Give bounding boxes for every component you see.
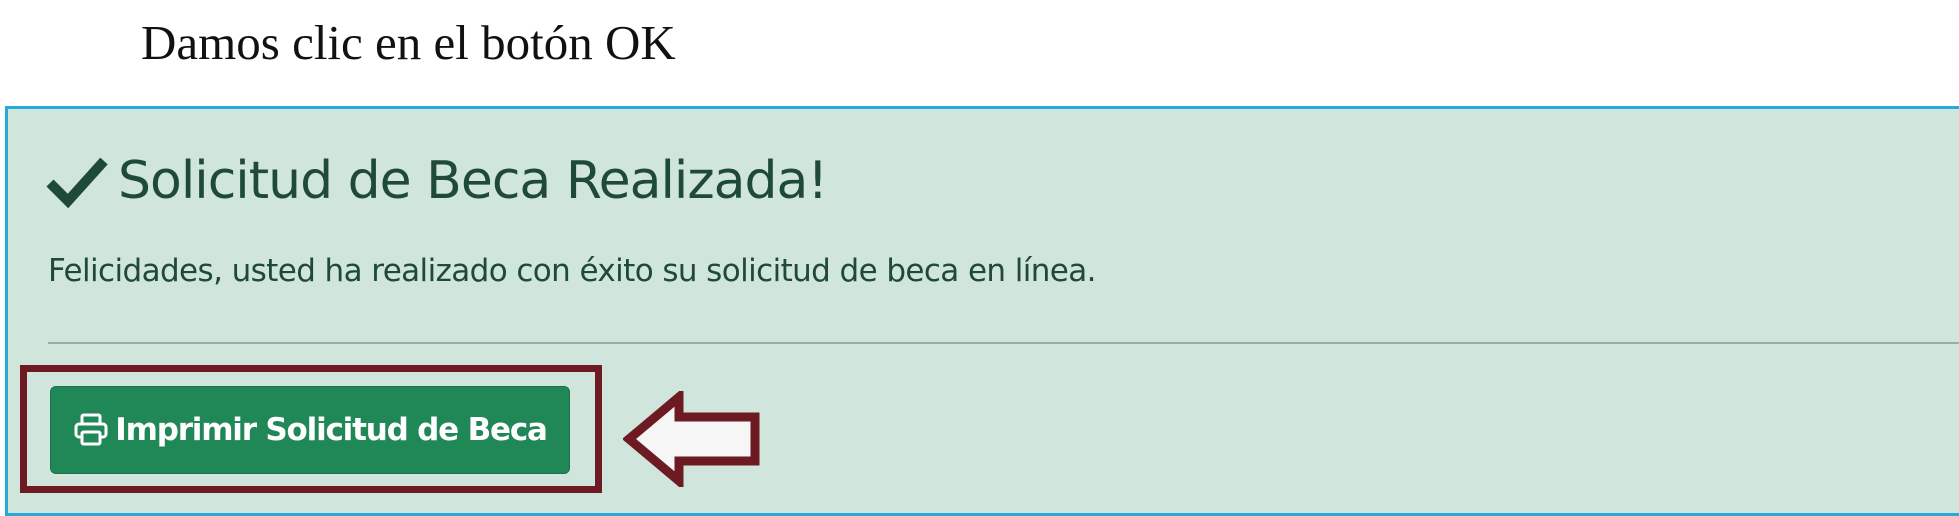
alert-success-panel: Solicitud de Beca Realizada! Felicidades…	[5, 106, 1959, 516]
alert-heading-text: Solicitud de Beca Realizada!	[118, 151, 828, 211]
left-arrow-icon	[623, 391, 760, 487]
divider	[48, 342, 1959, 344]
print-button-label: Imprimir Solicitud de Beca	[115, 412, 548, 448]
alert-heading: Solicitud de Beca Realizada!	[46, 151, 828, 211]
check-icon	[46, 157, 108, 209]
instruction-text: Damos clic en el botón OK	[141, 15, 676, 70]
print-application-button[interactable]: Imprimir Solicitud de Beca	[50, 386, 570, 474]
printer-icon	[74, 413, 108, 446]
alert-message: Felicidades, usted ha realizado con éxit…	[48, 253, 1097, 289]
